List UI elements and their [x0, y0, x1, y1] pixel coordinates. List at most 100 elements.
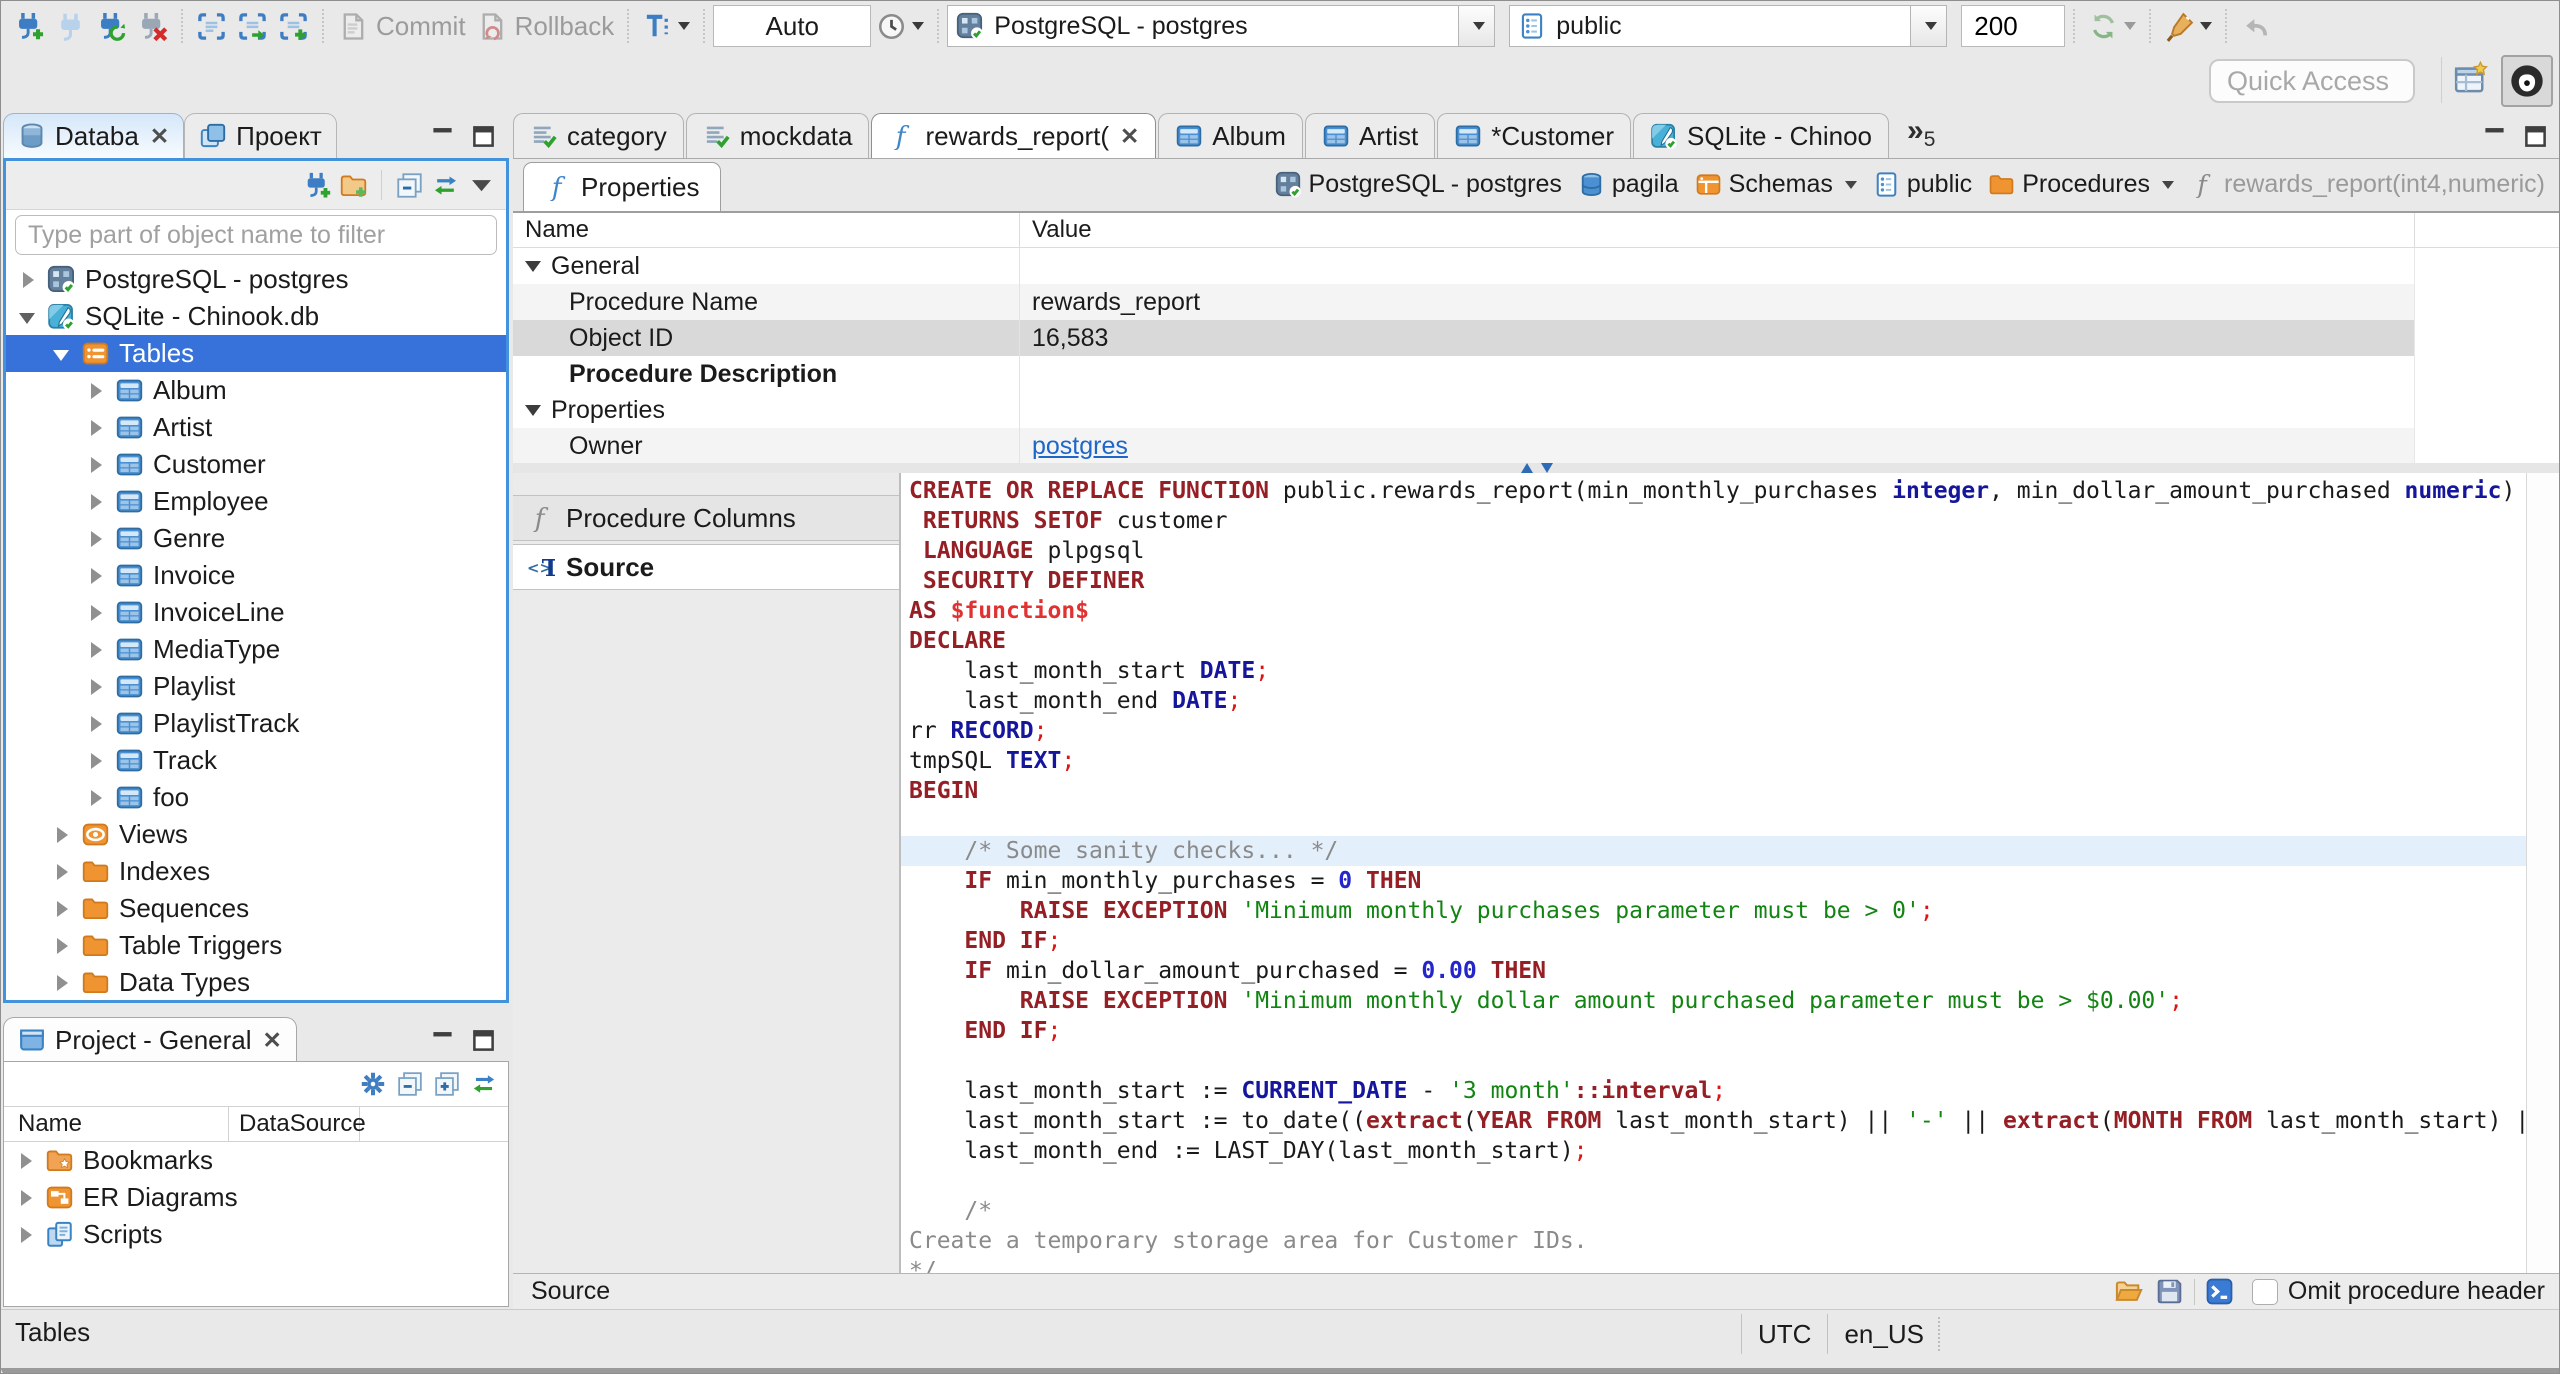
open-sql-editor-button[interactable] — [232, 5, 273, 47]
new-connection-button[interactable] — [9, 5, 50, 47]
property-row-properties[interactable]: Properties — [513, 392, 2559, 428]
tree-item-mediatype[interactable]: MediaType — [6, 631, 506, 668]
disconnect-button[interactable] — [132, 5, 173, 47]
expand-arrow-icon[interactable] — [52, 825, 72, 845]
dbeaver-perspective-button[interactable] — [2501, 55, 2553, 107]
new-sql-editor-button[interactable] — [273, 5, 314, 47]
editor-tab-sqlite-chinoo[interactable]: SQLite - Chinoo — [1633, 113, 1890, 158]
property-row-general[interactable]: General — [513, 248, 2559, 284]
property-row-owner[interactable]: Owner postgres — [513, 428, 2559, 464]
dropdown-arrow-icon[interactable] — [2162, 180, 2175, 189]
collapse-arrow-icon[interactable] — [52, 344, 72, 364]
tab-database-navigator[interactable]: Databa — [3, 113, 185, 158]
collapse-all-icon[interactable] — [396, 1070, 424, 1098]
tree-item-foo[interactable]: foo — [6, 779, 506, 816]
tree-item-postgresql-postgres[interactable]: PostgreSQL - postgres — [6, 261, 506, 298]
collapse-arrow-icon[interactable] — [18, 307, 38, 327]
project-item-bookmarks[interactable]: Bookmarks — [4, 1142, 508, 1179]
console-icon[interactable] — [2205, 1277, 2234, 1306]
tab-projects[interactable]: Проект — [184, 113, 337, 158]
property-value-link[interactable]: postgres — [1032, 432, 1128, 461]
gear-icon[interactable] — [359, 1070, 387, 1098]
splitter-sash[interactable] — [513, 463, 2559, 473]
expand-arrow-icon[interactable] — [86, 788, 106, 808]
breadcrumb-item-rewards-report-int4-numeric[interactable]: f rewards_report(int4,numeric) — [2182, 170, 2553, 199]
close-icon[interactable] — [263, 1029, 282, 1052]
sash-up-icon[interactable] — [1521, 463, 1533, 473]
column-header-datasource[interactable]: DataSource — [228, 1107, 366, 1141]
editor-tab-category[interactable]: category — [513, 113, 684, 158]
new-folder-icon[interactable] — [339, 171, 368, 200]
tree-item-track[interactable]: Track — [6, 742, 506, 779]
commit-mode-combo[interactable]: Auto — [713, 5, 872, 47]
breadcrumb-item-procedures[interactable]: Procedures — [1980, 170, 2182, 199]
link-with-editor-icon[interactable] — [431, 171, 460, 200]
expand-arrow-icon[interactable] — [86, 751, 106, 771]
connect-button[interactable] — [50, 5, 91, 47]
expand-all-icon[interactable] — [433, 1070, 461, 1098]
expand-arrow-icon[interactable] — [16, 1151, 36, 1171]
tree-item-genre[interactable]: Genre — [6, 520, 506, 557]
expand-arrow-icon[interactable] — [86, 529, 106, 549]
expand-arrow-icon[interactable] — [52, 973, 72, 993]
group-collapse-icon[interactable] — [525, 260, 541, 272]
rollback-button[interactable]: Rollback — [471, 5, 620, 47]
source-code[interactable]: CREATE OR REPLACE FUNCTION public.reward… — [901, 473, 2527, 1273]
tree-item-tables[interactable]: Tables — [6, 335, 506, 372]
combo-dropdown-button[interactable] — [1910, 6, 1947, 46]
tree-item-customer[interactable]: Customer — [6, 446, 506, 483]
scrollbar[interactable] — [2526, 473, 2559, 1273]
expand-arrow-icon[interactable] — [86, 603, 106, 623]
save-icon[interactable] — [2155, 1277, 2184, 1306]
property-row-procedure-name[interactable]: Procedure Name rewards_report — [513, 284, 2559, 320]
column-header-name[interactable]: Name — [4, 1110, 228, 1138]
close-icon[interactable] — [1120, 125, 1139, 148]
commit-button[interactable]: Commit — [332, 5, 471, 47]
property-row-procedure-description[interactable]: Procedure Description — [513, 356, 2559, 392]
tree-item-invoiceline[interactable]: InvoiceLine — [6, 594, 506, 631]
dropdown-arrow-icon[interactable] — [1844, 180, 1857, 189]
fetch-size-input[interactable] — [1961, 5, 2066, 47]
open-file-icon[interactable] — [2114, 1277, 2143, 1306]
undo-button[interactable] — [2235, 5, 2276, 47]
expand-arrow-icon[interactable] — [86, 640, 106, 660]
mock-data-button[interactable] — [2159, 5, 2217, 47]
editor-tab-rewards-report[interactable]: f rewards_report( — [871, 113, 1157, 158]
tree-item-table-triggers[interactable]: Table Triggers — [6, 927, 506, 964]
tree-item-indexes[interactable]: Indexes — [6, 853, 506, 890]
link-with-editor-icon[interactable] — [470, 1070, 498, 1098]
minimize-icon[interactable] — [2481, 123, 2508, 150]
active-schema-combo[interactable]: public — [1509, 5, 1948, 47]
maximize-icon[interactable] — [470, 1027, 497, 1054]
view-menu-icon[interactable] — [467, 171, 496, 200]
tree-item-album[interactable]: Album — [6, 372, 506, 409]
transaction-mode-button[interactable] — [637, 5, 695, 47]
group-collapse-icon[interactable] — [525, 404, 541, 416]
expand-arrow-icon[interactable] — [86, 677, 106, 697]
breadcrumb-item-schemas[interactable]: Schemas — [1687, 170, 1865, 199]
quick-access-input[interactable] — [2209, 59, 2415, 103]
tree-item-sqlite-chinook-db[interactable]: SQLite - Chinook.db — [6, 298, 506, 335]
expand-arrow-icon[interactable] — [52, 899, 72, 919]
property-row-object-id[interactable]: Object ID 16,583 — [513, 320, 2559, 356]
expand-arrow-icon[interactable] — [86, 566, 106, 586]
new-connection-icon[interactable] — [303, 171, 332, 200]
expand-arrow-icon[interactable] — [86, 381, 106, 401]
tree-item-views[interactable]: Views — [6, 816, 506, 853]
expand-arrow-icon[interactable] — [16, 1225, 36, 1245]
collapse-all-icon[interactable] — [395, 171, 424, 200]
expand-arrow-icon[interactable] — [86, 418, 106, 438]
column-header-value[interactable]: Value — [1019, 213, 2414, 247]
tab-overflow-button[interactable]: 5 — [1907, 114, 1936, 158]
minimize-icon[interactable] — [429, 123, 456, 150]
tree-item-data-types[interactable]: Data Types — [6, 964, 506, 1000]
breadcrumb-item-postgresql-postgres[interactable]: PostgreSQL - postgres — [1267, 170, 1570, 199]
column-header-name[interactable]: Name — [513, 216, 1019, 244]
sash-down-icon[interactable] — [1541, 463, 1553, 473]
tree-item-sequences[interactable]: Sequences — [6, 890, 506, 927]
status-locale[interactable]: en_US — [1844, 1319, 1924, 1350]
expand-arrow-icon[interactable] — [52, 936, 72, 956]
reconnect-button[interactable] — [91, 5, 132, 47]
editor-tab-album[interactable]: Album — [1158, 113, 1303, 158]
tree-item-playlisttrack[interactable]: PlaylistTrack — [6, 705, 506, 742]
